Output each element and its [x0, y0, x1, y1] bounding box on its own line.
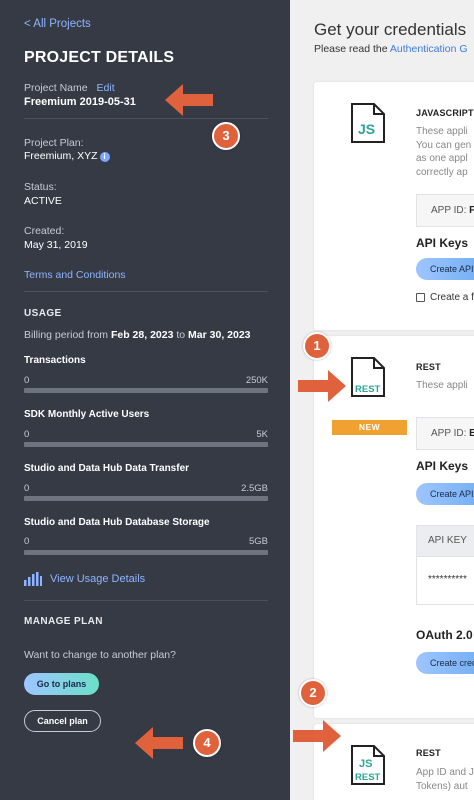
app-id-value: E [469, 428, 474, 439]
card-heading: JAVASCRIPT [416, 108, 474, 118]
page-subtitle: Please read the Authentication G [314, 43, 468, 55]
change-plan-question: Want to change to another plan? [24, 649, 176, 661]
status-value: ACTIVE [24, 195, 62, 207]
usage-heading: USAGE [24, 308, 62, 319]
divider [24, 118, 268, 119]
checkbox-label: Create a f [430, 292, 474, 303]
project-sidebar: < All Projects PROJECT DETAILS Project N… [0, 0, 290, 800]
js-icon-text: JS [359, 758, 372, 770]
divider [24, 291, 268, 292]
usage-bar [24, 442, 268, 447]
divider [24, 600, 268, 601]
status-label: Status: [24, 181, 57, 193]
card-heading: REST [416, 362, 441, 372]
terms-link[interactable]: Terms and Conditions [24, 269, 126, 281]
create-checkbox[interactable]: Create a f [416, 292, 474, 303]
javascript-card: JS JAVASCRIPT These appli You can gen as… [314, 82, 474, 330]
create-api-key-button[interactable]: Create API [416, 258, 474, 280]
annotation-badge: 1 [303, 332, 331, 360]
api-key-value: ********** [416, 557, 474, 605]
project-name-label: Project Name [24, 82, 88, 94]
billing-from: Feb 28, 2023 [110, 329, 174, 341]
rest-icon-text: REST [355, 772, 381, 783]
desc-line: Tokens) aut [416, 780, 468, 792]
annotation-arrow-left [165, 84, 213, 116]
usage-max: 5GB [248, 536, 268, 547]
usage-max: 250K [245, 375, 268, 386]
usage-max: 5K [256, 429, 268, 440]
edit-project-name-link[interactable]: Edit [97, 82, 115, 94]
desc-line: These appli [416, 380, 468, 391]
app-id-label: APP ID: [431, 428, 467, 439]
sidebar-title: PROJECT DETAILS [24, 49, 175, 66]
desc-line: These appli [416, 126, 468, 137]
usage-min: 0 [24, 536, 30, 547]
manage-plan-heading: MANAGE PLAN [24, 616, 103, 627]
usage-min: 0 [24, 483, 30, 494]
usage-item-name: Studio and Data Hub Database Storage [24, 517, 210, 528]
usage-bar [24, 388, 268, 393]
desc-line: as one appl [416, 153, 468, 164]
cancel-plan-button[interactable]: Cancel plan [24, 710, 101, 732]
js-rest-file-icon: JS REST [350, 744, 386, 791]
page-title: Get your credentials [314, 20, 467, 39]
card-heading: REST [416, 748, 441, 758]
js-icon-text: JS [358, 121, 375, 137]
billing-to-word: to [176, 329, 186, 341]
billing-prefix: Billing period from [24, 329, 109, 341]
annotation-arrow-right [298, 370, 346, 402]
app-id-value: F [469, 205, 474, 216]
created-label: Created: [24, 225, 65, 237]
annotation-arrow-right [293, 720, 341, 752]
view-usage-details-link[interactable]: View Usage Details [24, 572, 145, 586]
authentication-guide-link[interactable]: Authentication G [390, 43, 468, 55]
info-icon[interactable]: i [99, 152, 110, 162]
usage-item-name: SDK Monthly Active Users [24, 409, 150, 420]
project-plan-row: Freemium, XYZ i [24, 150, 110, 162]
annotation-badge: 4 [193, 729, 221, 757]
usage-max: 2.5GB [241, 483, 268, 494]
subtitle-prefix: Please read the [314, 43, 388, 55]
checkbox-icon[interactable] [416, 293, 425, 302]
annotation-arrow-left [135, 727, 183, 759]
usage-bar [24, 550, 268, 555]
rest-icon-text: REST [355, 384, 381, 395]
api-keys-heading: API Keys [416, 459, 469, 473]
app-id-label: APP ID: [431, 205, 467, 216]
js-file-icon: JS [350, 102, 386, 149]
api-keys-heading: API Keys [416, 236, 469, 250]
app-id-field: APP ID: F [416, 194, 474, 227]
created-value: May 31, 2019 [24, 239, 88, 251]
annotation-badge: 2 [299, 679, 327, 707]
rest-file-icon: REST [350, 356, 386, 403]
api-key-column-header: API KEY [416, 525, 474, 557]
project-plan-label: Project Plan: [24, 137, 84, 149]
new-badge: NEW [332, 420, 407, 435]
usage-item-name: Studio and Data Hub Data Transfer [24, 463, 190, 474]
create-api-key-button[interactable]: Create API [416, 483, 474, 505]
card-description: These appli You can gen as one appl corr… [416, 125, 471, 179]
annotation-badge: 3 [212, 122, 240, 150]
view-usage-label: View Usage Details [50, 573, 146, 585]
billing-period: Billing period from Feb 28, 2023 to Mar … [24, 329, 251, 341]
usage-min: 0 [24, 375, 30, 386]
project-name-label-row: Project Name Edit [24, 82, 115, 94]
oauth-heading: OAuth 2.0 [416, 628, 473, 642]
app-id-field: APP ID: E [416, 417, 474, 450]
billing-to: Mar 30, 2023 [188, 329, 251, 341]
card-description: These appli [416, 379, 468, 393]
create-credentials-button[interactable]: Create cred [416, 652, 474, 674]
usage-min: 0 [24, 429, 30, 440]
card-description: App ID and J Tokens) aut [416, 766, 474, 793]
desc-line: You can gen [416, 139, 472, 151]
go-to-plans-button[interactable]: Go to plans [24, 673, 99, 695]
bar-chart-icon [24, 572, 42, 586]
project-name-value: Freemium 2019-05-31 [24, 96, 136, 108]
desc-line: correctly ap [416, 166, 468, 178]
usage-item-name: Transactions [24, 355, 86, 366]
all-projects-link[interactable]: < All Projects [24, 18, 91, 30]
project-plan-value: Freemium, XYZ [24, 150, 98, 162]
desc-line: App ID and J [416, 767, 474, 778]
usage-bar [24, 496, 268, 501]
